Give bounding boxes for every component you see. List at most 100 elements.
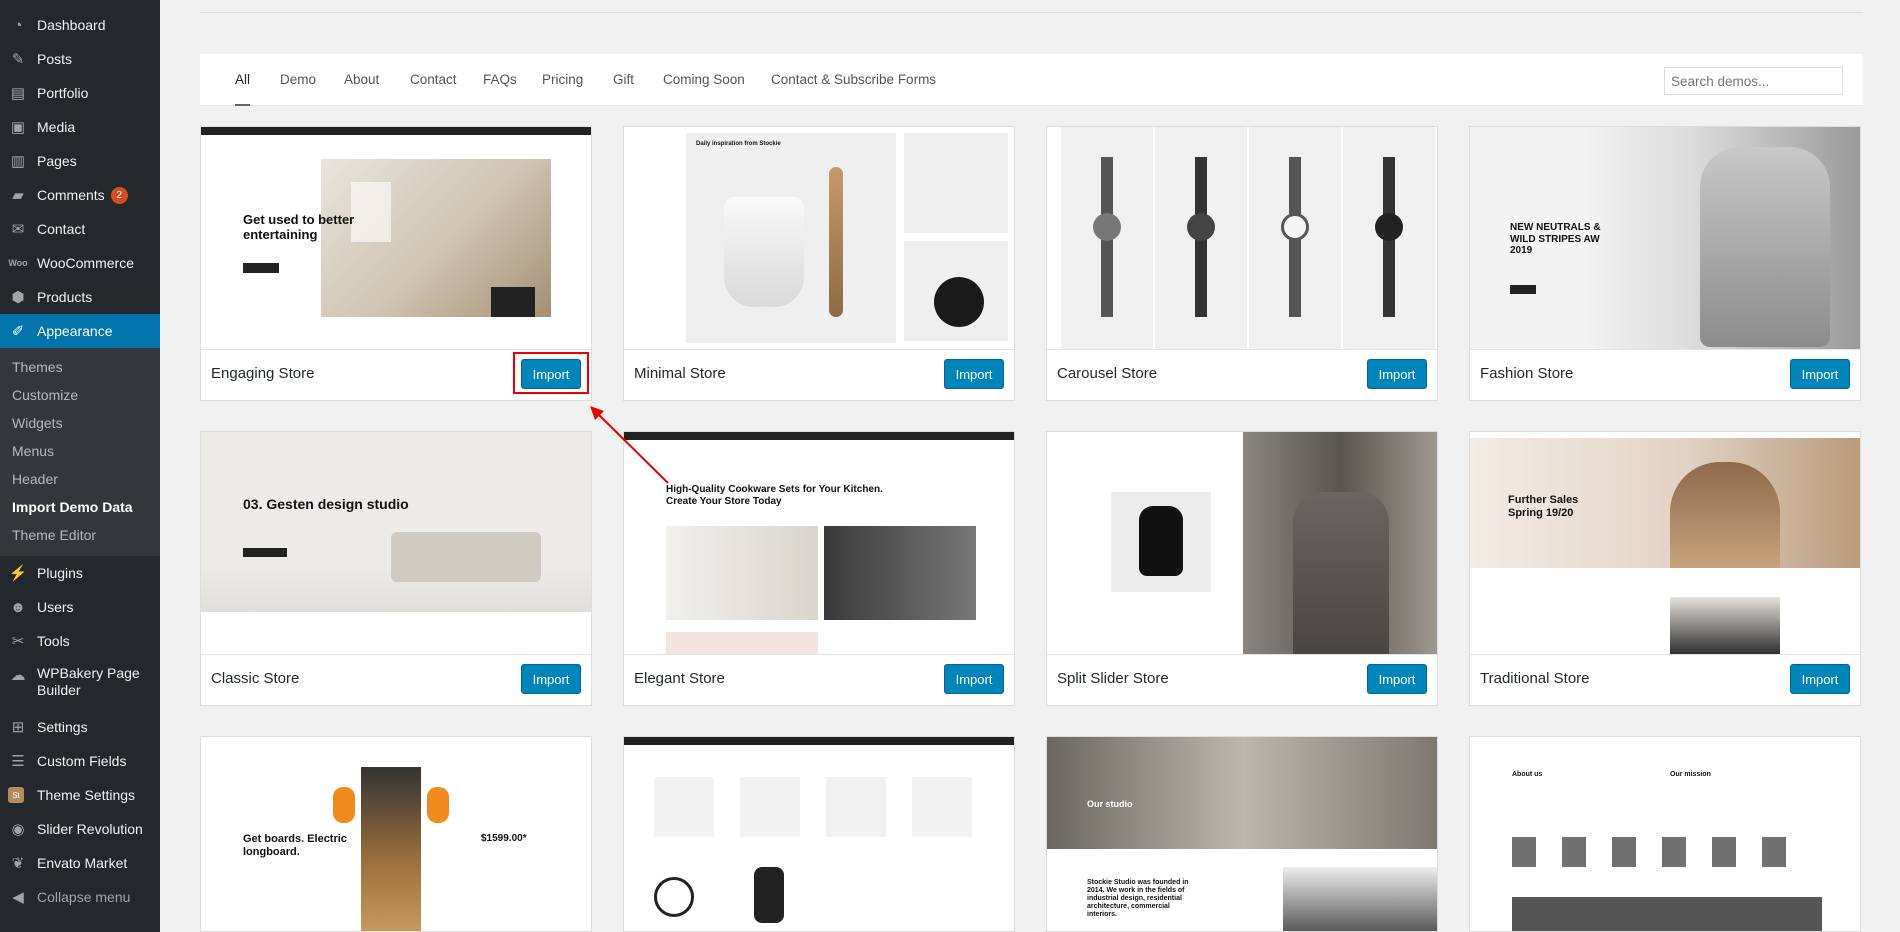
tab-about[interactable]: About [344,54,379,106]
menu-posts[interactable]: ✎ Posts [0,42,160,76]
import-button[interactable]: Import [944,664,1004,694]
submenu-theme-editor[interactable]: Theme Editor [0,521,160,549]
thumb-clock [654,877,694,917]
import-button[interactable]: Import [944,359,1004,389]
submenu-header[interactable]: Header [0,465,160,493]
demo-name: Split Slider Store [1057,670,1169,687]
menu-label: Collapse menu [37,889,131,905]
thumb-brush [829,167,843,317]
menu-slider-revolution[interactable]: ◉ Slider Revolution [0,812,160,846]
menu-plugins[interactable]: ⚡ Plugins [0,556,160,590]
dashboard-icon: ◔ [13,16,23,34]
thumb-watch-face [1375,213,1403,241]
thumb-cta [243,263,279,273]
import-button[interactable]: Import [521,664,581,694]
import-button[interactable]: Import [1790,664,1850,694]
thumb-headline: Get boards. Electric longboard. [243,833,347,858]
demo-card[interactable]: High-Quality Cookware Sets for Your Kitc… [623,431,1015,706]
tools-icon: ✂ [11,633,25,650]
demo-card[interactable] [623,736,1015,932]
submenu-menus[interactable]: Menus [0,437,160,465]
menu-contact[interactable]: ✉ Contact [0,212,160,246]
menu-dashboard[interactable]: ◔ Dashboard [0,8,160,42]
menu-label: Theme Settings [37,787,136,803]
collapse-menu-button[interactable]: ◀ Collapse menu [0,880,160,914]
demo-card[interactable]: Get boards. Electric longboard. $1599.00… [200,736,592,932]
menu-woocommerce[interactable]: Woo WooCommerce [0,246,160,280]
tab-all[interactable]: All [235,54,251,106]
menu-comments[interactable]: ▰ Comments 2 [0,178,160,212]
menu-appearance[interactable]: ✐ Appearance [0,314,160,348]
demo-thumbnail [624,737,1014,931]
submenu-customize[interactable]: Customize [0,381,160,409]
tab-faqs[interactable]: FAQs [483,54,517,106]
demo-card[interactable]: Daily inspiration from Stockie Minimal S… [623,126,1015,401]
demo-card[interactable]: Further Sales Spring 19/20 Traditional S… [1469,431,1861,706]
demo-card[interactable]: About us Our mission [1469,736,1861,932]
demo-card[interactable]: Get used to better entertaining Engaging… [200,126,592,401]
thumb-headline: Get used to better entertaining [243,212,355,242]
menu-wpbakery[interactable]: ☁ WPBakery Page Builder [0,658,160,710]
thumb-wheel [333,787,355,823]
menu-portfolio[interactable]: ▤ Portfolio [0,76,160,110]
tab-demo[interactable]: Demo [280,54,316,106]
menu-custom-fields[interactable]: ☰ Custom Fields [0,744,160,778]
card-footer: Traditional Store Import [1470,655,1860,705]
menu-label: Tools [37,633,70,649]
menu-label: Envato Market [37,855,128,871]
thumb-topbar [624,737,1014,745]
menu-tools[interactable]: ✂ Tools [0,624,160,658]
demo-card[interactable]: Carousel Store Import [1046,126,1438,401]
demo-name: Minimal Store [634,365,726,382]
menu-media[interactable]: ▣ Media [0,110,160,144]
tab-gift[interactable]: Gift [613,54,634,106]
demo-name: Traditional Store [1480,670,1590,687]
thumb-headline: NEW NEUTRALS & WILD STRIPES AW 2019 [1510,222,1601,256]
menu-label: Appearance [37,323,113,339]
import-button[interactable]: Import [1367,359,1427,389]
demo-card[interactable]: Our studio Stockie Studio was founded in… [1046,736,1438,932]
menu-envato-market[interactable]: ❦ Envato Market [0,846,160,880]
tab-contact-subscribe-forms[interactable]: Contact & Subscribe Forms [771,54,936,106]
tab-contact[interactable]: Contact [410,54,457,106]
menu-label: WooCommerce [37,255,134,271]
appearance-icon: ✐ [11,323,25,340]
admin-sidebar: ◔ Dashboard ✎ Posts ▤ Portfolio ▣ Media ▥ Pag… [0,0,160,932]
thumb-vase [934,277,984,327]
media-icon: ▣ [10,119,26,136]
thumb-model [1670,462,1780,568]
demo-card[interactable]: 03. Gesten design studio Classic Store I… [200,431,592,706]
highlight-box [513,352,589,394]
submenu-import-demo-data[interactable]: Import Demo Data [0,493,160,521]
menu-settings[interactable]: ⊞ Settings [0,710,160,744]
submenu-widgets[interactable]: Widgets [0,409,160,437]
thumb-headline: Our mission [1670,771,1711,778]
menu-label: Custom Fields [37,753,127,769]
demo-thumbnail: About us Our mission [1470,737,1860,931]
menu-label: Posts [37,51,73,67]
thumb-longboard [361,767,421,931]
menu-pages[interactable]: ▥ Pages [0,144,160,178]
main-content: All Demo About Contact FAQs Pricing Gift… [160,0,1900,932]
import-button[interactable]: Import [1367,664,1427,694]
menu-users[interactable]: ☻ Users [0,590,160,624]
menu-theme-settings[interactable]: St Theme Settings [0,778,160,812]
card-footer: Minimal Store Import [624,350,1014,400]
demo-card[interactable]: Split Slider Store Import [1046,431,1438,706]
demo-card[interactable]: NEW NEUTRALS & WILD STRIPES AW 2019 Fash… [1469,126,1861,401]
demo-thumbnail: High-Quality Cookware Sets for Your Kitc… [624,432,1014,655]
demo-thumbnail: Daily inspiration from Stockie [624,127,1014,350]
import-button[interactable]: Import [1790,359,1850,389]
search-demos-input[interactable] [1664,67,1843,95]
thumb-watch-face [1281,213,1309,241]
thumb-label-box [491,287,535,317]
demo-filter-bar: All Demo About Contact FAQs Pricing Gift… [200,54,1863,106]
theme-settings-icon: St [8,787,24,803]
submenu-themes[interactable]: Themes [0,353,160,381]
menu-products[interactable]: ⬢ Products [0,280,160,314]
tab-coming-soon[interactable]: Coming Soon [663,54,745,106]
menu-label: Portfolio [37,85,89,101]
card-footer: Classic Store Import [201,655,591,705]
tab-pricing[interactable]: Pricing [542,54,583,106]
thumb-headline: High-Quality Cookware Sets for Your Kitc… [666,484,883,507]
